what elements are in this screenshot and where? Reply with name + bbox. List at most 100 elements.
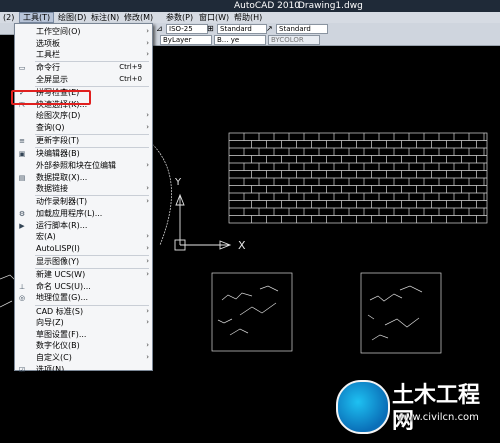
menu-item-21[interactable]: ⊥ 命名 UCS(U)... (15, 281, 152, 293)
submenu-arrow-icon: › (146, 184, 149, 193)
menu-item-28[interactable]: ☑ 选项(N)... (15, 364, 152, 376)
lineweight-combo[interactable]: B... ye (214, 35, 266, 45)
menu-item-16[interactable]: ▶ 运行脚本(R)... (15, 220, 152, 232)
menu-item-27[interactable]: 自定义(C) › (15, 352, 152, 364)
text-style-combo[interactable]: ISO-25 (166, 24, 208, 34)
plotstyle-combo[interactable]: BYCOLOR (268, 35, 320, 45)
watermark-url: www.civilcn.com (396, 412, 479, 423)
menu-item-23[interactable]: CAD 标准(S) › (15, 306, 152, 318)
menu-item-24[interactable]: 向导(Z) › (15, 317, 152, 329)
menu-item-label: 数字化仪(B) (36, 341, 80, 351)
menu-item-9[interactable]: ≡ 更新字段(T) (15, 135, 152, 147)
menu-item-2[interactable]: 工具栏 › (15, 49, 152, 61)
menu-parametric[interactable]: 参数(P) (163, 12, 196, 23)
menu-item-label: 草图设置(F)... (36, 329, 87, 339)
menu-item-11[interactable]: 外部参照和块在位编辑 › (15, 160, 152, 172)
menu-item-label: 工作空间(O) (36, 27, 81, 36)
menu-item-26[interactable]: 数字化仪(B) › (15, 340, 152, 352)
menu-item-label: 工具栏 (36, 50, 60, 60)
table-style-combo[interactable]: Standard (276, 24, 328, 34)
menu-draw[interactable]: 绘图(D) (55, 12, 89, 23)
submenu-arrow-icon: › (146, 27, 149, 35)
menu-help[interactable]: 帮助(H) (231, 12, 265, 23)
data-extraction-icon: ▤ (18, 173, 26, 182)
menu-item-0[interactable]: 工作空间(O) › (15, 26, 152, 38)
submenu-arrow-icon: › (146, 50, 149, 59)
tools-menu: 工作空间(O) › 选项板 › 工具栏 › ▭ 命令行 Ctrl+9 全屏显示 Ctrl+0 ✓ 拼写检… (14, 23, 153, 374)
ucs-y-label: Y (174, 177, 182, 188)
submenu-arrow-icon: › (146, 306, 149, 315)
named-ucs-icon: ⊥ (18, 282, 26, 291)
menu-previous[interactable]: (2) (0, 12, 17, 23)
menu-item-label: AutoLISP(I) (36, 243, 80, 253)
stone-hatch-left (211, 272, 293, 352)
menu-item-label: CAD 标准(S) (36, 306, 84, 316)
menu-item-label: 命名 UCS(U)... (36, 281, 91, 291)
civilcn-logo (336, 380, 390, 434)
dim-icon[interactable]: ⊿ (156, 24, 163, 33)
table-icon[interactable]: ⊞ (207, 24, 214, 33)
file-title: Drawing1.dwg (298, 1, 363, 11)
menu-item-label: 宏(A) (36, 232, 56, 242)
submenu-arrow-icon: › (146, 111, 149, 120)
submenu-arrow-icon: › (146, 243, 149, 252)
multileader-icon[interactable]: ↗ (266, 24, 273, 33)
submenu-arrow-icon: › (146, 270, 149, 279)
menu-item-10[interactable]: ▣ 块编辑器(B) (15, 148, 152, 160)
brick-hatch (228, 132, 488, 224)
menu-item-4[interactable]: 全屏显示 Ctrl+0 (15, 74, 152, 86)
menu-item-label: 绘图次序(D) (36, 111, 81, 121)
submenu-arrow-icon: › (146, 341, 149, 350)
submenu-arrow-icon: › (146, 197, 149, 206)
menu-item-17[interactable]: 宏(A) › (15, 231, 152, 243)
menu-item-25[interactable]: 草图设置(F)... (15, 329, 152, 341)
menu-item-3[interactable]: ▭ 命令行 Ctrl+9 (15, 62, 152, 74)
menu-tools[interactable]: 工具(T) (19, 12, 55, 23)
stone-hatch-right (360, 272, 442, 354)
menu-item-14[interactable]: 动作录制器(T) › (15, 196, 152, 208)
menu-item-18[interactable]: AutoLISP(I) › (15, 243, 152, 255)
menu-item-label: 自定义(C) (36, 353, 72, 362)
menu-item-15[interactable]: ⚙ 加载应用程序(L)... (15, 208, 152, 220)
menu-item-8[interactable]: 查询(Q) › (15, 122, 152, 134)
submenu-arrow-icon: › (146, 318, 149, 327)
menu-item-22[interactable]: ◎ 地理位置(G)... (15, 292, 152, 304)
menu-item-label: 运行脚本(R)... (36, 220, 88, 230)
menu-item-label: 全屏显示 (36, 75, 68, 84)
update-field-icon: ≡ (19, 137, 25, 146)
submenu-arrow-icon: › (146, 123, 149, 131)
menu-item-shortcut: Ctrl+9 (119, 63, 142, 72)
menu-item-label: 选项(N)... (36, 364, 72, 374)
submenu-arrow-icon: › (146, 353, 149, 361)
menu-item-label: 命令行 (36, 63, 60, 73)
menu-item-shortcut: Ctrl+0 (119, 75, 142, 83)
menu-item-13[interactable]: 数据链接 › (15, 183, 152, 195)
menu-item-7[interactable]: 绘图次序(D) › (15, 110, 152, 122)
menu-window[interactable]: 窗口(W) (196, 12, 232, 23)
menu-item-20[interactable]: 新建 UCS(W) › (15, 269, 152, 281)
menu-item-label: 新建 UCS(W) (36, 270, 86, 280)
menu-item-label: 选项板 (36, 38, 60, 48)
menu-item-label: 向导(Z) (36, 318, 64, 328)
dim-style-combo[interactable]: Standard (217, 24, 267, 34)
block-editor-icon: ▣ (18, 150, 26, 159)
menu-item-1[interactable]: 选项板 › (15, 38, 152, 50)
menu-item-label: 外部参照和块在位编辑 (36, 161, 116, 170)
load-app-icon: ⚙ (18, 210, 26, 218)
options-icon: ☑ (18, 365, 26, 374)
linetype-combo[interactable]: ByLayer (160, 35, 212, 45)
ucs-icon (174, 193, 232, 251)
menu-modify[interactable]: 修改(M) (121, 12, 156, 23)
command-line-icon: ▭ (18, 64, 26, 73)
menu-item-label: 加载应用程序(L)... (36, 209, 103, 218)
run-script-icon: ▶ (19, 221, 25, 230)
menu-dimension[interactable]: 标注(N) (88, 12, 122, 23)
menu-item-label: 更新字段(T) (36, 136, 80, 146)
menu-item-label: 动作录制器(T) (36, 197, 88, 207)
menu-item-19[interactable]: 显示图像(Y) › (15, 256, 152, 268)
menu-item-label: 块编辑器(B) (36, 149, 80, 159)
submenu-arrow-icon: › (146, 38, 149, 47)
submenu-arrow-icon: › (146, 257, 149, 265)
menu-item-12[interactable]: ▤ 数据提取(X)... (15, 172, 152, 184)
menu-item-label: 数据链接 (36, 184, 68, 194)
